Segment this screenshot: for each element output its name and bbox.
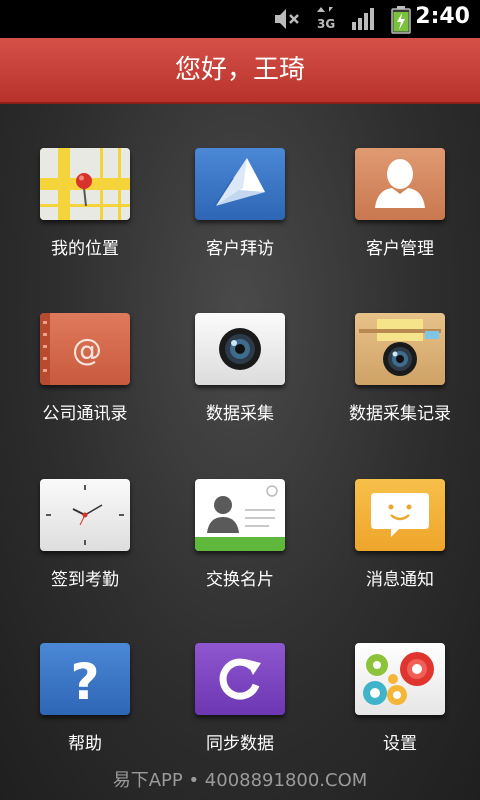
tile-my-location[interactable]: 我的位置: [5, 148, 165, 308]
main-area: 我的位置 客户拜访 客户管理 @ 公司通讯录 数据采集 数据采集记录 签到考勤 …: [0, 104, 480, 800]
tile-label: 同步数据: [206, 734, 274, 754]
tile-check-in-attendance[interactable]: 签到考勤: [5, 479, 165, 639]
chat-bubble-icon: [355, 479, 445, 551]
tile-label: 消息通知: [366, 570, 434, 590]
status-bar: 3G 2:40: [0, 0, 480, 38]
camera-icon: [195, 313, 285, 385]
tile-data-collection-records[interactable]: 数据采集记录: [320, 313, 480, 473]
tile-label: 帮助: [68, 734, 102, 754]
map-pin-icon: [40, 148, 130, 220]
svg-text:@: @: [72, 333, 102, 368]
tile-label: 交换名片: [206, 570, 274, 590]
paper-plane-icon: [195, 148, 285, 220]
camera-record-icon: [355, 313, 445, 385]
tile-label: 客户管理: [366, 239, 434, 259]
tile-label: 设置: [383, 734, 417, 754]
network-3g-icon: 3G: [314, 6, 340, 36]
business-card-icon: [195, 479, 285, 551]
signal-icon: [350, 6, 378, 36]
svg-text:3G: 3G: [317, 17, 335, 31]
user-silhouette-icon: [355, 148, 445, 220]
tile-label: 数据采集记录: [349, 404, 451, 424]
tile-customer-visit[interactable]: 客户拜访: [160, 148, 320, 308]
svg-text:?: ?: [70, 653, 99, 711]
tile-message-notifications[interactable]: 消息通知: [320, 479, 480, 639]
tile-customer-management[interactable]: 客户管理: [320, 148, 480, 308]
watermark-text: 易下APP • 4008891800.COM: [112, 770, 368, 791]
tile-label: 我的位置: [51, 239, 119, 259]
question-mark-icon: ?: [40, 643, 130, 715]
mute-icon: [272, 6, 302, 36]
clock-time: 2:40: [415, 4, 470, 29]
sync-icon: [195, 643, 285, 715]
tile-exchange-business-card[interactable]: 交换名片: [160, 479, 320, 639]
tile-label: 签到考勤: [51, 570, 119, 590]
tile-label: 公司通讯录: [42, 404, 128, 424]
menu-grid: 我的位置 客户拜访 客户管理 @ 公司通讯录 数据采集 数据采集记录 签到考勤 …: [0, 104, 480, 764]
app-header: 您好，王琦: [0, 38, 480, 104]
clock-icon: [40, 479, 130, 551]
page-title: 您好，王琦: [174, 55, 305, 85]
battery-charging-icon: [390, 6, 412, 38]
gears-icon: [355, 643, 445, 715]
tile-company-directory[interactable]: @ 公司通讯录: [5, 313, 165, 473]
tile-data-collection[interactable]: 数据采集: [160, 313, 320, 473]
address-book-icon: @: [40, 313, 130, 385]
tile-label: 数据采集: [206, 404, 274, 424]
tile-label: 客户拜访: [206, 239, 274, 259]
